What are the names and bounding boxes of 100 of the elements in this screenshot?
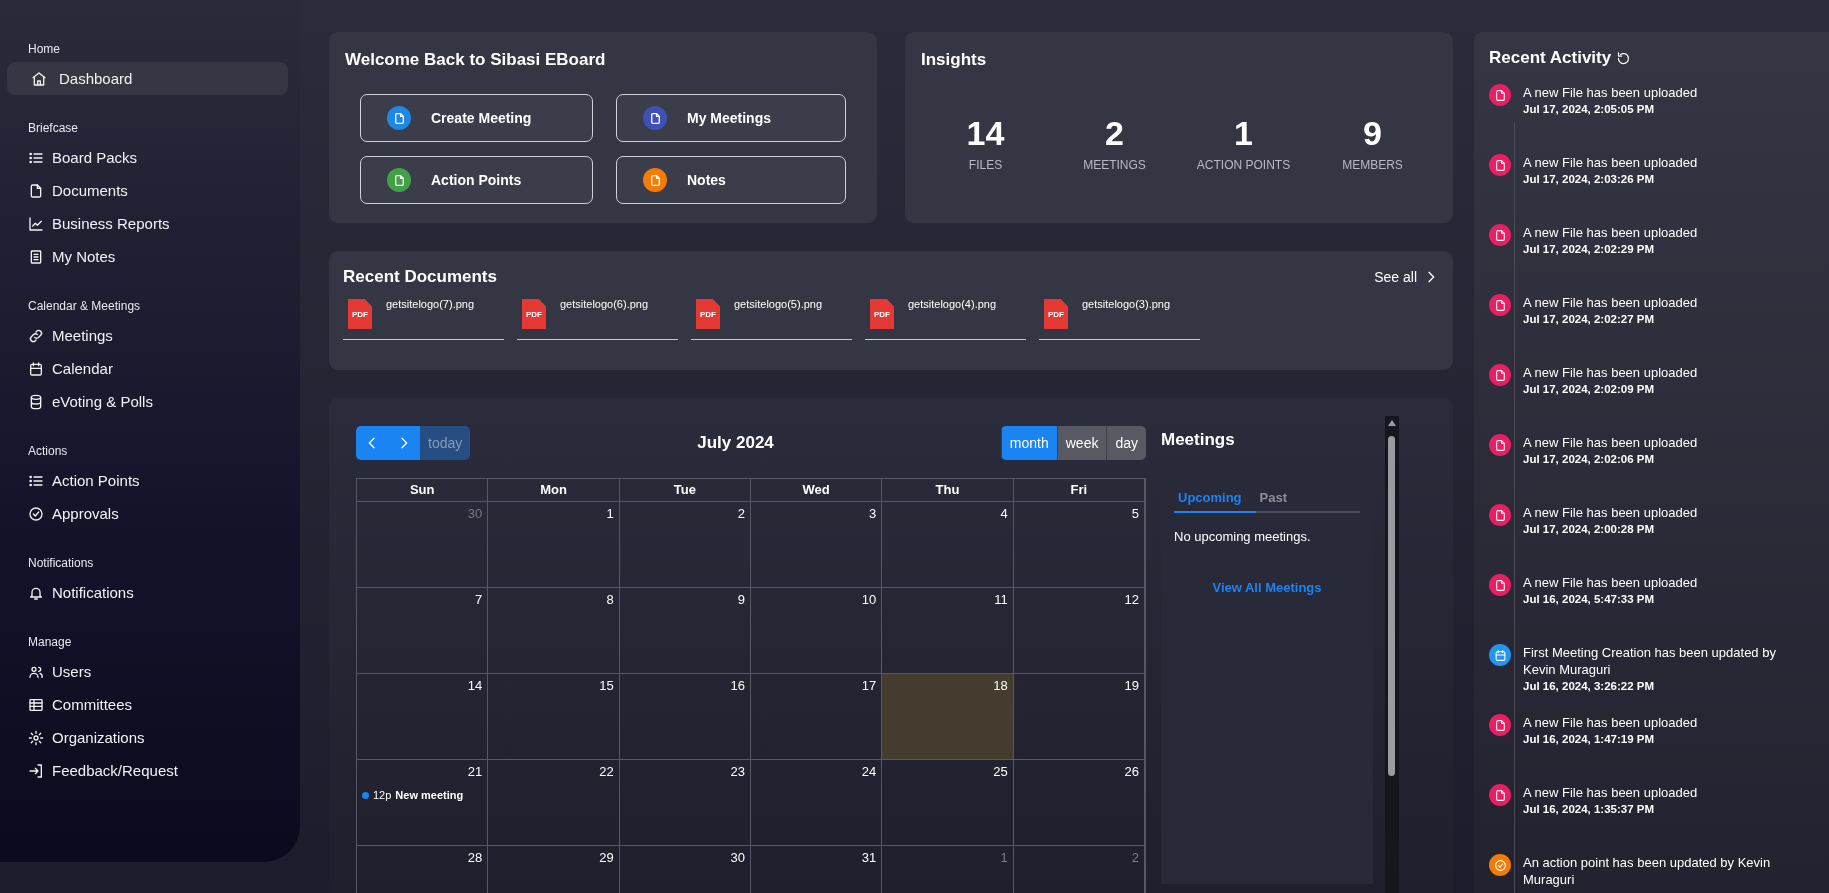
day-cell[interactable]: 23: [619, 760, 751, 846]
sidebar-item[interactable]: Organizations: [7, 721, 288, 754]
sidebar-item[interactable]: Approvals: [7, 497, 288, 530]
day-cell[interactable]: 30: [619, 846, 751, 893]
activity-text: A new File has been uploaded: [1523, 154, 1699, 171]
document-item[interactable]: PDF getsitelogo(7).png: [343, 297, 504, 340]
day-cell[interactable]: 2: [619, 502, 751, 588]
day-cell[interactable]: 28: [357, 846, 489, 893]
day-cell[interactable]: 16: [619, 674, 751, 760]
stat-value: 14: [965, 114, 1006, 152]
sidebar-item[interactable]: Calendar: [7, 352, 288, 385]
quick-action-button[interactable]: Action Points: [360, 156, 593, 204]
activity-text: A new File has been uploaded: [1523, 224, 1699, 241]
sidebar-item[interactable]: My Notes: [7, 240, 288, 273]
day-cell[interactable]: 21 12p New meeting: [357, 760, 489, 846]
day-cell[interactable]: 14: [357, 674, 489, 760]
see-all-link[interactable]: See all: [1374, 269, 1439, 285]
day-number: 2: [736, 506, 745, 521]
day-number: 9: [736, 592, 745, 607]
previous-button[interactable]: [356, 426, 388, 460]
stat-label: FILES: [967, 158, 1004, 172]
quick-action-button[interactable]: Notes: [616, 156, 846, 204]
chart-icon: [28, 215, 44, 232]
day-cell[interactable]: 4: [882, 502, 1014, 588]
day-cell[interactable]: 5: [1013, 502, 1145, 588]
day-cell[interactable]: 3: [751, 502, 883, 588]
day-cell[interactable]: 18: [882, 674, 1014, 760]
day-number: 24: [860, 764, 877, 779]
sidebar-item[interactable]: Board Packs: [7, 141, 288, 174]
day-cell[interactable]: 10: [751, 588, 883, 674]
view-button[interactable]: month: [1000, 426, 1057, 460]
notebook-icon: [28, 248, 44, 265]
day-cell[interactable]: 2: [1013, 846, 1145, 893]
day-cell[interactable]: 1: [882, 846, 1014, 893]
sidebar-item[interactable]: Action Points: [7, 464, 288, 497]
day-number: 5: [1130, 506, 1139, 521]
sidebar-item-label: Notifications: [52, 584, 134, 601]
activity-text: A new File has been uploaded: [1523, 434, 1699, 451]
scrollbar[interactable]: [1385, 416, 1399, 893]
view-button[interactable]: day: [1106, 426, 1146, 460]
sidebar-item[interactable]: Feedback/Request: [7, 754, 288, 787]
sidebar-item[interactable]: Notifications: [7, 576, 288, 609]
day-cell[interactable]: 22: [488, 760, 620, 846]
activity-time: Jul 16, 2024, 1:35:37 PM: [1523, 803, 1656, 815]
day-cell[interactable]: 12: [1013, 588, 1145, 674]
document-item[interactable]: PDF getsitelogo(6).png: [517, 297, 678, 340]
view-all-link[interactable]: View All Meetings: [1174, 580, 1360, 595]
day-number: 3: [868, 506, 877, 521]
activity-time: Jul 17, 2024, 2:00:28 PM: [1523, 523, 1656, 535]
home-icon: [31, 70, 47, 87]
day-cell[interactable]: 31: [751, 846, 883, 893]
sidebar-item[interactable]: Dashboard: [7, 62, 288, 95]
document-item[interactable]: PDF getsitelogo(5).png: [691, 297, 852, 340]
sidebar-item[interactable]: Meetings: [7, 319, 288, 352]
sidebar-item[interactable]: eVoting & Polls: [7, 385, 288, 418]
quick-action-button[interactable]: Create Meeting: [360, 94, 593, 142]
sign-in-icon: [28, 762, 44, 779]
day-cell[interactable]: 30: [357, 502, 489, 588]
sidebar-item[interactable]: Documents: [7, 174, 288, 207]
day-number: 23: [729, 764, 745, 779]
section-label: Notifications: [27, 556, 95, 570]
day-cell[interactable]: 29: [488, 846, 620, 893]
document-item[interactable]: PDF getsitelogo(3).png: [1039, 297, 1200, 340]
sidebar-item[interactable]: Committees: [7, 688, 288, 721]
day-cell[interactable]: 25: [882, 760, 1014, 846]
sidebar-item-label: Action Points: [52, 472, 140, 489]
day-cell[interactable]: 24: [751, 760, 883, 846]
day-cell[interactable]: 15: [488, 674, 620, 760]
day-cell[interactable]: 1: [488, 502, 620, 588]
file-name: getsitelogo(5).png: [734, 298, 823, 312]
weekday-header: Tue: [619, 479, 751, 502]
activity-time: Jul 17, 2024, 2:03:26 PM: [1523, 173, 1656, 185]
day-cell[interactable]: 7: [357, 588, 489, 674]
day-number: 28: [466, 850, 483, 865]
sidebar-item-label: Meetings: [52, 327, 113, 344]
quick-action-button[interactable]: My Meetings: [616, 94, 846, 142]
table-icon: [28, 696, 44, 713]
day-cell[interactable]: 9: [619, 588, 751, 674]
card-title: Recent Activity: [1489, 48, 1612, 68]
next-button[interactable]: [388, 426, 420, 460]
weekday-header: Sun: [357, 479, 489, 502]
day-number: 11: [993, 592, 1008, 607]
tab[interactable]: Past: [1255, 490, 1302, 513]
tab[interactable]: Upcoming: [1174, 490, 1256, 513]
section-label: Manage: [27, 635, 73, 649]
sidebar-item[interactable]: Users: [7, 655, 288, 688]
activity-text: A new File has been uploaded: [1523, 574, 1699, 591]
day-number: 14: [466, 678, 483, 693]
activity-text: A new File has been uploaded: [1523, 294, 1699, 311]
document-item[interactable]: PDF getsitelogo(4).png: [865, 297, 1026, 340]
day-number: 10: [860, 592, 877, 607]
day-number: 30: [729, 850, 745, 865]
sidebar-item[interactable]: Business Reports: [7, 207, 288, 240]
day-cell[interactable]: 8: [488, 588, 620, 674]
day-cell[interactable]: 19: [1013, 674, 1145, 760]
activity-time: Jul 17, 2024, 2:02:27 PM: [1523, 313, 1656, 325]
day-number: 4: [999, 506, 1008, 521]
view-button[interactable]: week: [1056, 426, 1107, 460]
day-cell[interactable]: 26: [1013, 760, 1145, 846]
calendar-event[interactable]: 12p New meeting: [362, 789, 483, 801]
